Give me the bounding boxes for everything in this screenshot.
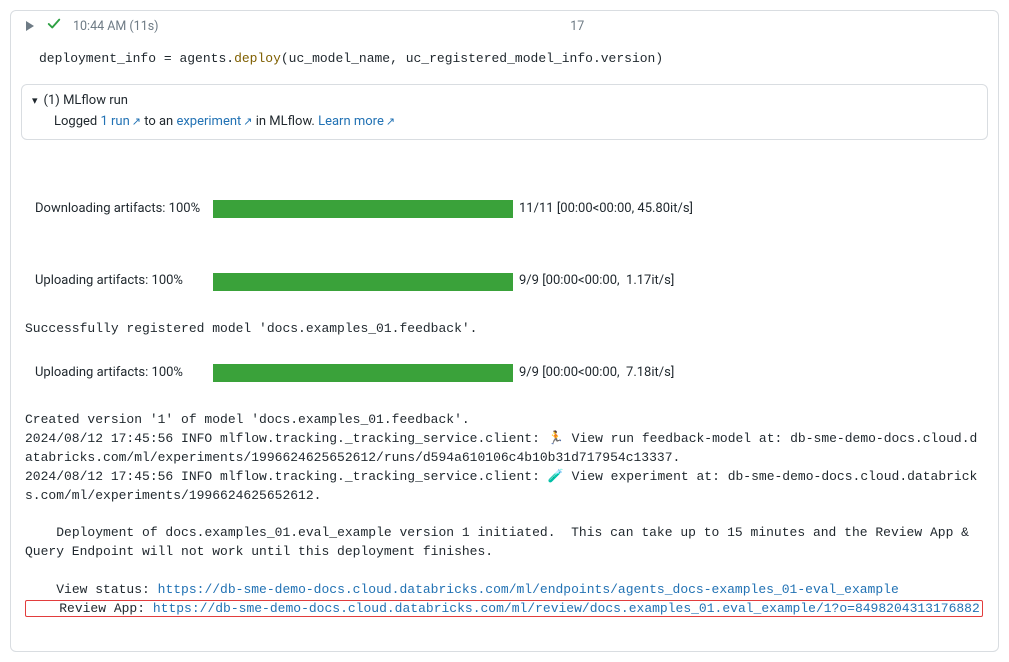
progress-bar (213, 273, 513, 291)
progress-bar (213, 364, 513, 382)
mlflow-toggle[interactable]: ▾ (1) MLflow run (32, 93, 977, 108)
progress-stats: 9/9 [00:00<00:00, 1.17it/s] (519, 272, 674, 291)
progress-row: Uploading artifacts: 100% 9/9 [00:00<00:… (25, 266, 984, 301)
progress-stats: 9/9 [00:00<00:00, 7.18it/s] (519, 364, 674, 383)
review-app-link[interactable]: https://db-sme-demo-docs.cloud.databrick… (153, 601, 980, 616)
progress-bar (213, 200, 513, 218)
cell-header: 10:44 AM (11s) 17 (11, 11, 998, 41)
chevron-down-icon: ▾ (32, 94, 38, 107)
review-app-highlight: Review App: https://db-sme-demo-docs.clo… (25, 600, 983, 617)
view-status-link[interactable]: https://db-sme-demo-docs.cloud.databrick… (158, 582, 899, 597)
output-line: Created version '1' of model 'docs.examp… (25, 412, 470, 427)
output-line: Successfully registered model 'docs.exam… (25, 321, 477, 336)
output-line: Deployment of docs.examples_01.eval_exam… (25, 525, 977, 559)
progress-stats: 11/11 [00:00<00:00, 45.80it/s] (519, 200, 693, 219)
code-input[interactable]: deployment_info = agents.deploy(uc_model… (11, 41, 998, 84)
cell-output: Downloading artifacts: 100% 11/11 [00:00… (11, 146, 998, 651)
run-icon[interactable] (25, 21, 35, 31)
run-timestamp: 10:44 AM (11s) (73, 19, 159, 34)
output-line: 2024/08/12 17:45:56 INFO mlflow.tracking… (25, 431, 977, 465)
progress-label: Downloading artifacts: 100% (35, 200, 207, 219)
mlflow-run-link[interactable]: 1 run↗ (100, 114, 141, 129)
notebook-cell: 10:44 AM (11s) 17 deployment_info = agen… (10, 10, 999, 652)
progress-row: Uploading artifacts: 100% 9/9 [00:00<00:… (25, 358, 984, 393)
mlflow-run-panel: ▾ (1) MLflow run Logged 1 run↗ to an exp… (21, 84, 988, 140)
external-link-icon: ↗ (243, 115, 252, 128)
external-link-icon: ↗ (386, 115, 395, 128)
progress-label: Uploading artifacts: 100% (35, 272, 207, 291)
mlflow-title: (1) MLflow run (44, 93, 128, 108)
mlflow-learn-more-link[interactable]: Learn more↗ (318, 114, 395, 129)
output-line: 2024/08/12 17:45:56 INFO mlflow.tracking… (25, 469, 977, 503)
execution-count: 17 (570, 19, 584, 34)
progress-label: Uploading artifacts: 100% (35, 364, 207, 383)
view-status-line: View status: https://db-sme-demo-docs.cl… (25, 581, 899, 600)
progress-row: Downloading artifacts: 100% 11/11 [00:00… (25, 194, 984, 229)
check-icon (47, 17, 61, 35)
mlflow-experiment-link[interactable]: experiment↗ (176, 114, 252, 129)
external-link-icon: ↗ (132, 115, 141, 128)
mlflow-subtext: Logged 1 run↗ to an experiment↗ in MLflo… (32, 108, 977, 129)
